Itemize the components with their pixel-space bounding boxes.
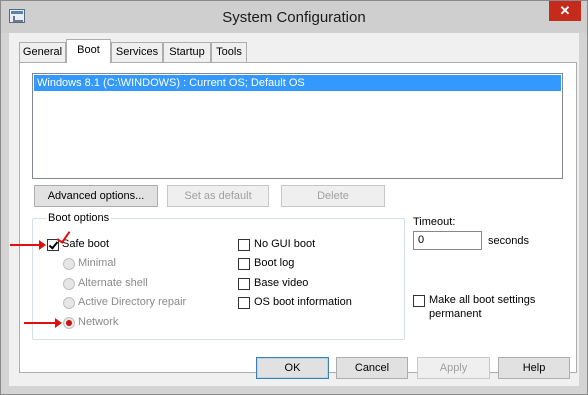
active-directory-repair-label: Active Directory repair — [78, 296, 187, 308]
set-as-default-button[interactable]: Set as default — [167, 185, 269, 207]
os-list[interactable]: Windows 8.1 (C:\WINDOWS) : Current OS; D… — [32, 73, 563, 179]
make-permanent-label-line2: permanent — [429, 308, 482, 320]
tab-boot[interactable]: Boot — [66, 39, 111, 63]
alternate-shell-radio[interactable] — [63, 278, 75, 290]
os-boot-information-label: OS boot information — [254, 296, 352, 308]
tab-tools[interactable]: Tools — [211, 42, 247, 62]
tab-services[interactable]: Services — [111, 42, 163, 62]
no-gui-boot-checkbox[interactable] — [238, 239, 250, 251]
alternate-shell-label: Alternate shell — [78, 277, 148, 289]
dialog-client-area: General Boot Services Startup Tools Wind… — [9, 33, 579, 386]
tab-general[interactable]: General — [19, 42, 66, 62]
boot-options-label: Boot options — [46, 212, 112, 224]
timeout-label: Timeout: — [413, 216, 456, 228]
annotation-arrow-safe-boot — [10, 240, 46, 250]
boot-tab-panel: Windows 8.1 (C:\WINDOWS) : Current OS; D… — [10, 62, 577, 373]
no-gui-boot-label: No GUI boot — [254, 238, 316, 250]
window-title: System Configuration — [222, 9, 366, 26]
close-button[interactable]: ✕ — [549, 1, 581, 21]
ok-button[interactable]: OK — [256, 357, 329, 379]
base-video-checkbox[interactable] — [238, 278, 250, 290]
minimal-radio[interactable] — [63, 258, 75, 270]
tab-startup[interactable]: Startup — [163, 42, 211, 62]
base-video-label: Base video — [254, 277, 309, 289]
make-permanent-checkbox[interactable] — [413, 295, 425, 307]
annotation-arrow-network — [24, 318, 62, 328]
os-list-item-selected[interactable]: Windows 8.1 (C:\WINDOWS) : Current OS; D… — [34, 75, 561, 91]
os-boot-information-checkbox[interactable] — [238, 297, 250, 309]
network-radio[interactable] — [63, 317, 75, 329]
timeout-input[interactable]: 0 — [413, 231, 482, 250]
apply-button[interactable]: Apply — [417, 357, 490, 379]
system-configuration-window: System Configuration ✕ General Boot Serv… — [0, 0, 588, 395]
boot-log-checkbox[interactable] — [238, 258, 250, 270]
timeout-unit-label: seconds — [488, 235, 529, 247]
network-label: Network — [78, 316, 119, 328]
boot-log-label: Boot log — [254, 257, 295, 269]
delete-button[interactable]: Delete — [281, 185, 385, 207]
safe-boot-label: Safe boot — [62, 238, 110, 250]
cancel-button[interactable]: Cancel — [336, 357, 408, 379]
title-bar[interactable]: System Configuration ✕ — [1, 1, 587, 33]
help-button[interactable]: Help — [498, 357, 570, 379]
active-directory-repair-radio[interactable] — [63, 297, 75, 309]
make-permanent-label-line1: Make all boot settings — [429, 294, 536, 306]
minimal-label: Minimal — [78, 257, 116, 269]
advanced-options-button[interactable]: Advanced options... — [34, 185, 158, 207]
